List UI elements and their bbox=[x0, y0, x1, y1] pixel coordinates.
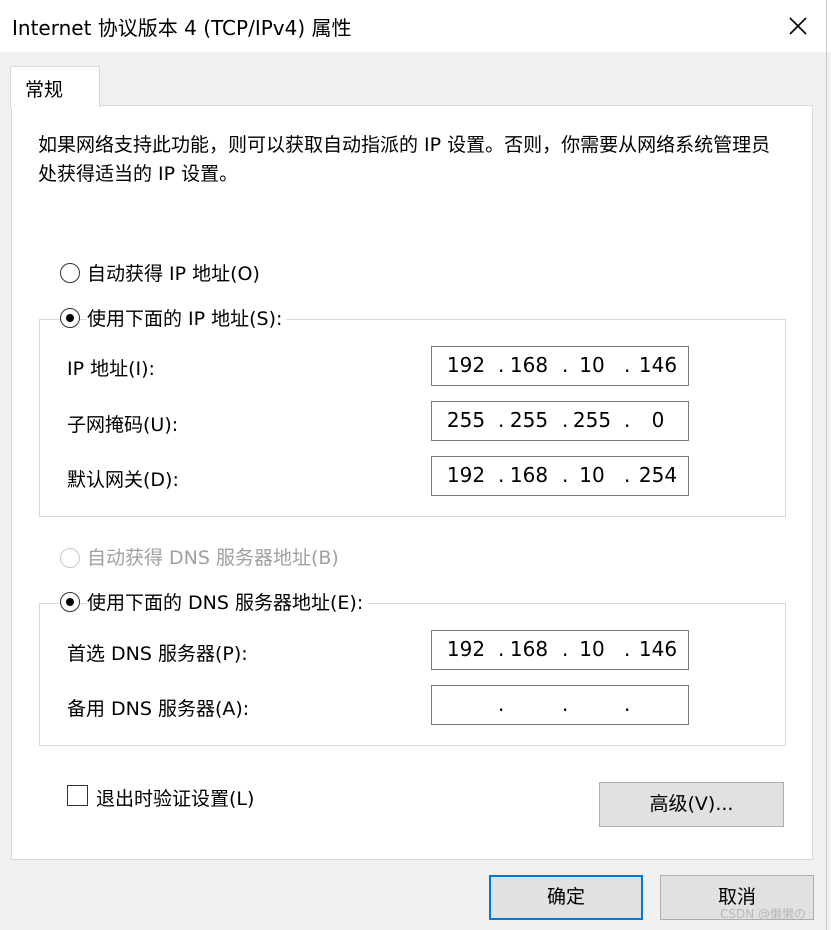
octet: 0 bbox=[651, 408, 665, 432]
subnet-mask-field[interactable]: 255 . 255 . 255 . 0 bbox=[431, 401, 689, 441]
window-title: Internet 协议版本 4 (TCP/IPv4) 属性 bbox=[12, 16, 352, 40]
alternate-dns-field[interactable]: . . . bbox=[431, 685, 689, 725]
octet: 192 bbox=[446, 463, 486, 487]
watermark: CSDN @懒懒の bbox=[720, 907, 807, 921]
window-edge bbox=[826, 0, 827, 930]
auto-dns-label[interactable]: 自动获得 DNS 服务器地址(B) bbox=[87, 543, 343, 570]
octet-separator: . bbox=[562, 692, 569, 716]
octet: 168 bbox=[509, 637, 549, 661]
manual-dns-radio[interactable] bbox=[60, 592, 80, 612]
close-icon bbox=[789, 17, 807, 35]
manual-dns-label[interactable]: 使用下面的 DNS 服务器地址(E): bbox=[87, 588, 368, 615]
octet: 168 bbox=[509, 353, 549, 377]
ip-address-field[interactable]: 192 . 168 . 10 . 146 bbox=[431, 346, 689, 386]
auto-ip-label[interactable]: 自动获得 IP 地址(O) bbox=[87, 259, 264, 286]
octet: 255 bbox=[509, 408, 549, 432]
octet-separator: . bbox=[624, 408, 631, 432]
octet-separator: . bbox=[498, 692, 505, 716]
gateway-field[interactable]: 192 . 168 . 10 . 254 bbox=[431, 456, 689, 496]
preferred-dns-label: 首选 DNS 服务器(P): bbox=[67, 643, 248, 665]
octet: 255 bbox=[446, 408, 486, 432]
octet: 255 bbox=[572, 408, 612, 432]
close-button[interactable] bbox=[772, 4, 824, 48]
octet: 192 bbox=[446, 637, 486, 661]
manual-ip-radio[interactable] bbox=[60, 308, 80, 328]
octet: 192 bbox=[446, 353, 486, 377]
manual-ip-label[interactable]: 使用下面的 IP 地址(S): bbox=[87, 304, 287, 331]
tab-general[interactable]: 常规 bbox=[10, 66, 100, 107]
description-text: 如果网络支持此功能，则可以获取自动指派的 IP 设置。否则，你需要从网络系统管理… bbox=[38, 134, 771, 185]
auto-ip-radio[interactable] bbox=[60, 263, 80, 283]
octet: 10 bbox=[579, 463, 605, 487]
validate-checkbox[interactable] bbox=[67, 785, 88, 806]
auto-dns-radio[interactable] bbox=[60, 548, 80, 568]
gateway-label: 默认网关(D): bbox=[67, 469, 179, 491]
octet-separator: . bbox=[624, 692, 631, 716]
validate-label[interactable]: 退出时验证设置(L) bbox=[96, 784, 254, 811]
preferred-dns-field[interactable]: 192 . 168 . 10 . 146 bbox=[431, 630, 689, 670]
octet: 146 bbox=[638, 353, 678, 377]
octet-separator: . bbox=[624, 637, 631, 661]
octet-separator: . bbox=[624, 353, 631, 377]
alternate-dns-label: 备用 DNS 服务器(A): bbox=[67, 698, 250, 720]
octet: 168 bbox=[509, 463, 549, 487]
ip-address-label: IP 地址(I): bbox=[67, 358, 155, 380]
advanced-button[interactable]: 高级(V)... bbox=[599, 782, 784, 827]
octet: 254 bbox=[638, 463, 678, 487]
title-bar: Internet 协议版本 4 (TCP/IPv4) 属性 bbox=[0, 0, 831, 52]
octet: 10 bbox=[579, 637, 605, 661]
ok-button[interactable]: 确定 bbox=[489, 875, 643, 920]
octet: 146 bbox=[638, 637, 678, 661]
octet: 10 bbox=[579, 353, 605, 377]
subnet-mask-label: 子网掩码(U): bbox=[67, 414, 179, 436]
octet-separator: . bbox=[624, 463, 631, 487]
tab-general-label: 常规 bbox=[25, 79, 64, 101]
